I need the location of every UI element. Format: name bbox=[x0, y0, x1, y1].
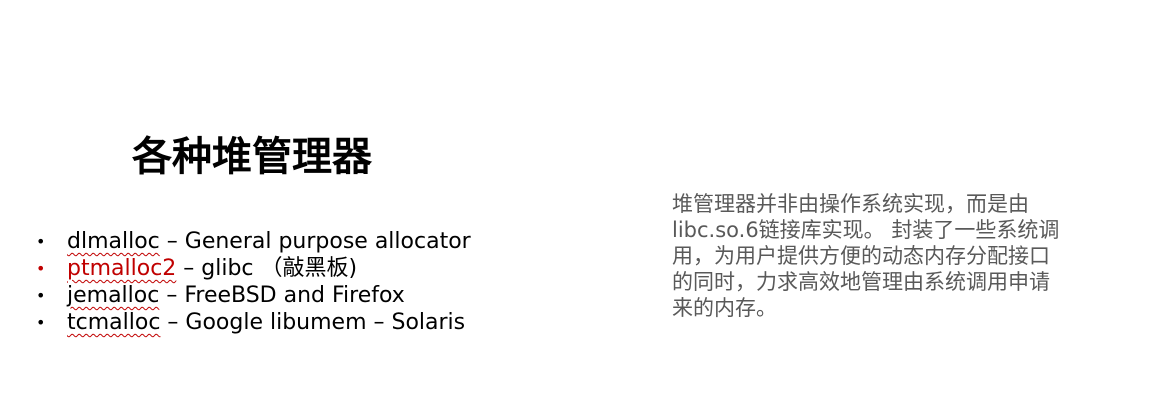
side-note-line: 的同时，力求高效地管理由系统调用申请 bbox=[672, 270, 1050, 294]
list-item-tcmalloc: • tcmalloc – Google libumem – Solaris bbox=[36, 309, 471, 336]
slide-canvas: 各种堆管理器 • dlmalloc – General purpose alloc… bbox=[0, 0, 1170, 409]
list-item-description: – Google libumem – Solaris bbox=[160, 310, 466, 335]
list-item-name: dlmalloc bbox=[67, 229, 160, 254]
list-item-dlmalloc: • dlmalloc – General purpose allocator bbox=[36, 228, 471, 255]
bullet-icon: • bbox=[36, 232, 46, 251]
list-item-name: tcmalloc bbox=[67, 310, 161, 335]
bullet-icon: • bbox=[36, 313, 46, 332]
side-note-line: 来的内存。 bbox=[672, 296, 777, 320]
list-item-description: – glibc （敲黑板) bbox=[176, 256, 358, 281]
list-item-description: – FreeBSD and Firefox bbox=[159, 283, 405, 308]
side-note-line: 用，为用户提供方便的动态内存分配接口 bbox=[672, 244, 1050, 268]
bullet-icon: • bbox=[36, 286, 46, 305]
side-note-line: 堆管理器并非由操作系统实现，而是由 bbox=[672, 192, 1029, 216]
list-item-ptmalloc2: • ptmalloc2 – glibc （敲黑板) bbox=[36, 255, 471, 282]
slide-title: 各种堆管理器 bbox=[132, 134, 372, 180]
side-note: 堆管理器并非由操作系统实现，而是由 libc.so.6链接库实现。 封装了一些系… bbox=[672, 191, 1088, 321]
heap-manager-list: • dlmalloc – General purpose allocator • p… bbox=[36, 228, 471, 336]
list-item-jemalloc: • jemalloc – FreeBSD and Firefox bbox=[36, 282, 471, 309]
list-item-name: ptmalloc2 bbox=[67, 256, 177, 281]
side-note-line: libc.so.6链接库实现。 封装了一些系统调 bbox=[672, 218, 1060, 242]
list-item-name: jemalloc bbox=[67, 283, 160, 308]
bullet-icon: • bbox=[36, 259, 46, 278]
list-item-description: – General purpose allocator bbox=[159, 229, 471, 254]
